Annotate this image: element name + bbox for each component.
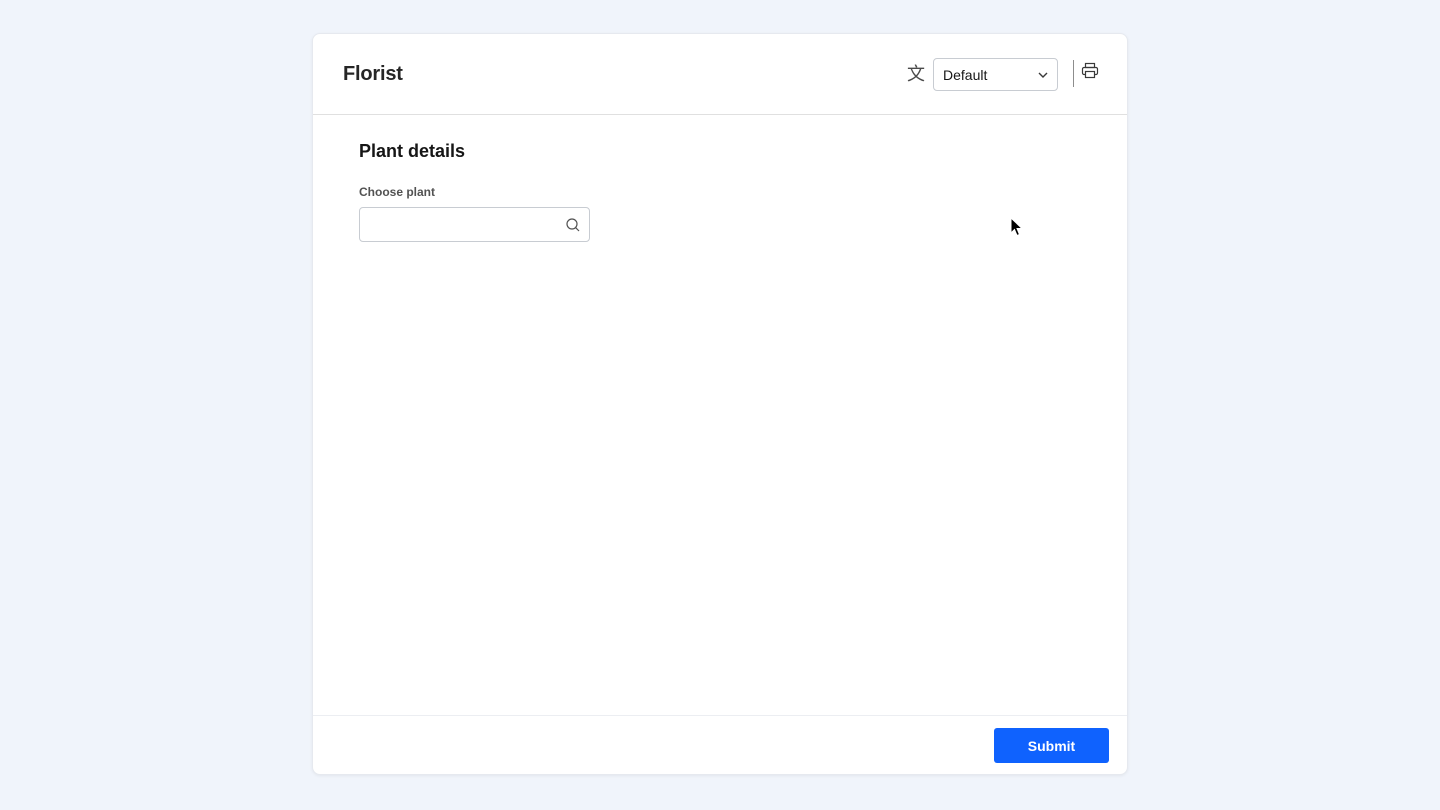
submit-button[interactable]: Submit: [994, 728, 1109, 763]
language-select-value: Default: [943, 67, 988, 83]
choose-plant-search[interactable]: [359, 207, 590, 242]
form-card: Florist 文 Default Plant details Choose p…: [312, 33, 1128, 775]
translate-icon: 文: [907, 64, 925, 85]
app-title: Florist: [343, 63, 403, 85]
choose-plant-input[interactable]: [360, 208, 560, 241]
header-divider: [1073, 60, 1074, 87]
form-header: Florist 文 Default: [313, 34, 1127, 115]
choose-plant-label: Choose plant: [359, 185, 436, 199]
language-select[interactable]: Default: [933, 58, 1058, 91]
chevron-down-icon: [1038, 72, 1048, 78]
printer-icon[interactable]: [1081, 62, 1099, 80]
search-icon: [566, 218, 580, 232]
section-title: Plant details: [359, 141, 466, 161]
mouse-cursor-icon: [1010, 217, 1024, 237]
form-footer: Submit: [313, 715, 1127, 774]
